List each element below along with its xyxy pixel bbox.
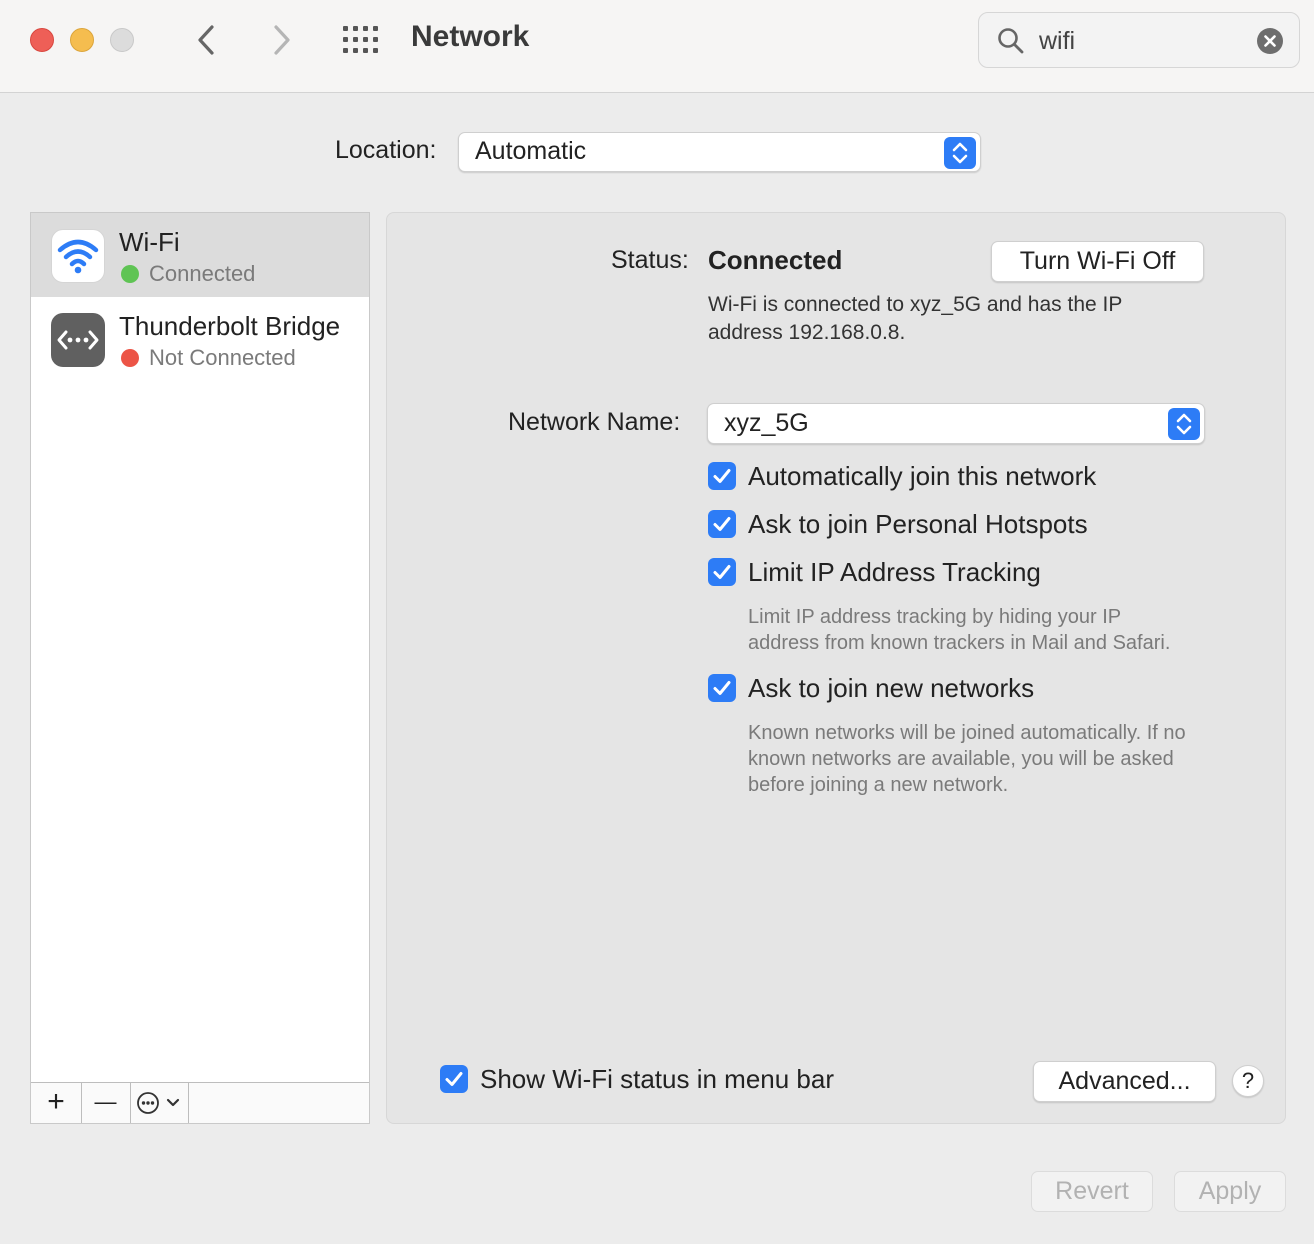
back-arrow-icon[interactable] bbox=[192, 22, 222, 58]
limit-ip-tracking-label[interactable]: Limit IP Address Tracking bbox=[748, 557, 1041, 588]
ellipsis-chevron-icon bbox=[137, 1092, 180, 1114]
status-description: Wi-Fi is connected to xyz_5G and has the… bbox=[708, 291, 1122, 347]
ask-new-networks-label[interactable]: Ask to join new networks bbox=[748, 673, 1034, 704]
thunderbolt-bridge-icon bbox=[57, 330, 99, 350]
window-title: Network bbox=[411, 20, 530, 53]
personal-hotspots-label[interactable]: Ask to join Personal Hotspots bbox=[748, 509, 1088, 540]
zoom-window-button[interactable] bbox=[110, 28, 134, 52]
search-input[interactable] bbox=[1039, 27, 1219, 56]
network-name-value: xyz_5G bbox=[724, 409, 809, 437]
menu-bar-status-label[interactable]: Show Wi-Fi status in menu bar bbox=[480, 1064, 834, 1095]
search-icon bbox=[998, 28, 1024, 54]
new-networks-description: Known networks will be joined automatica… bbox=[748, 720, 1186, 798]
description-line: address from known trackers in Mail and … bbox=[748, 632, 1171, 654]
location-value: Automatic bbox=[475, 137, 587, 165]
status-label: Status: bbox=[611, 246, 689, 274]
description-line: before joining a new network. bbox=[748, 774, 1009, 796]
location-label: Location: bbox=[335, 136, 437, 164]
search-field[interactable] bbox=[978, 12, 1300, 68]
remove-service-button[interactable]: — bbox=[81, 1083, 131, 1123]
service-status: Connected bbox=[149, 261, 256, 286]
status-desc-line: Wi-Fi is connected to xyz_5G and has the… bbox=[708, 293, 1123, 316]
limit-ip-description: Limit IP address tracking by hiding your… bbox=[748, 604, 1170, 656]
network-name-label: Network Name: bbox=[508, 408, 681, 436]
checkmark-icon bbox=[713, 469, 731, 483]
minimize-window-button[interactable] bbox=[70, 28, 94, 52]
service-list-toolbar: + — bbox=[31, 1082, 369, 1123]
description-line: known networks are available, you will b… bbox=[748, 748, 1174, 770]
up-down-chevron-icon bbox=[1176, 413, 1192, 435]
clear-x-icon bbox=[1264, 35, 1276, 47]
auto-join-checkbox[interactable] bbox=[708, 462, 736, 490]
auto-join-label[interactable]: Automatically join this network bbox=[748, 461, 1096, 492]
limit-ip-tracking-checkbox[interactable] bbox=[708, 558, 736, 586]
show-all-grid-icon[interactable] bbox=[342, 24, 382, 56]
clear-search-button[interactable] bbox=[1257, 28, 1283, 54]
advanced-button[interactable]: Advanced... bbox=[1033, 1061, 1216, 1102]
ask-new-networks-checkbox[interactable] bbox=[708, 674, 736, 702]
service-item-wifi[interactable]: Wi-Fi Connected bbox=[31, 213, 369, 297]
service-status: Not Connected bbox=[149, 345, 296, 370]
up-down-chevron-icon bbox=[952, 142, 968, 164]
description-line: Known networks will be joined automatica… bbox=[748, 722, 1186, 744]
menu-bar-status-checkbox[interactable] bbox=[440, 1065, 468, 1093]
checkmark-icon bbox=[713, 517, 731, 531]
service-name: Thunderbolt Bridge bbox=[119, 311, 341, 341]
service-name: Wi-Fi bbox=[119, 227, 180, 257]
status-value: Connected bbox=[708, 245, 843, 275]
service-item-thunderbolt-bridge[interactable]: Thunderbolt Bridge Not Connected bbox=[31, 297, 369, 381]
thunderbolt-service-icon bbox=[51, 313, 105, 367]
checkmark-icon bbox=[713, 681, 731, 695]
add-service-button[interactable]: + bbox=[31, 1083, 82, 1123]
personal-hotspots-checkbox[interactable] bbox=[708, 510, 736, 538]
network-name-stepper bbox=[1168, 408, 1200, 440]
wifi-service-icon bbox=[51, 229, 105, 283]
close-window-button[interactable] bbox=[30, 28, 54, 52]
apply-button[interactable]: Apply bbox=[1174, 1171, 1286, 1212]
status-dot-red bbox=[121, 349, 139, 367]
revert-button[interactable]: Revert bbox=[1031, 1171, 1153, 1212]
network-name-popup[interactable]: xyz_5G bbox=[707, 403, 1205, 444]
detail-panel bbox=[386, 212, 1286, 1124]
wifi-icon bbox=[57, 239, 99, 274]
title-bar: Network bbox=[0, 0, 1314, 93]
turn-wifi-off-button[interactable]: Turn Wi-Fi Off bbox=[991, 241, 1204, 282]
service-actions-menu[interactable] bbox=[130, 1083, 189, 1123]
checkmark-icon bbox=[713, 565, 731, 579]
forward-arrow-icon[interactable] bbox=[266, 22, 296, 58]
status-desc-line: address 192.168.0.8. bbox=[708, 321, 906, 344]
help-button[interactable]: ? bbox=[1232, 1065, 1264, 1097]
location-stepper bbox=[944, 137, 976, 169]
location-popup[interactable]: Automatic bbox=[458, 132, 981, 172]
checkmark-icon bbox=[445, 1072, 463, 1086]
status-dot-green bbox=[121, 265, 139, 283]
description-line: Limit IP address tracking by hiding your… bbox=[748, 606, 1122, 628]
service-list: Wi-Fi Connected Thunderbolt Bridge Not C… bbox=[30, 212, 370, 1124]
